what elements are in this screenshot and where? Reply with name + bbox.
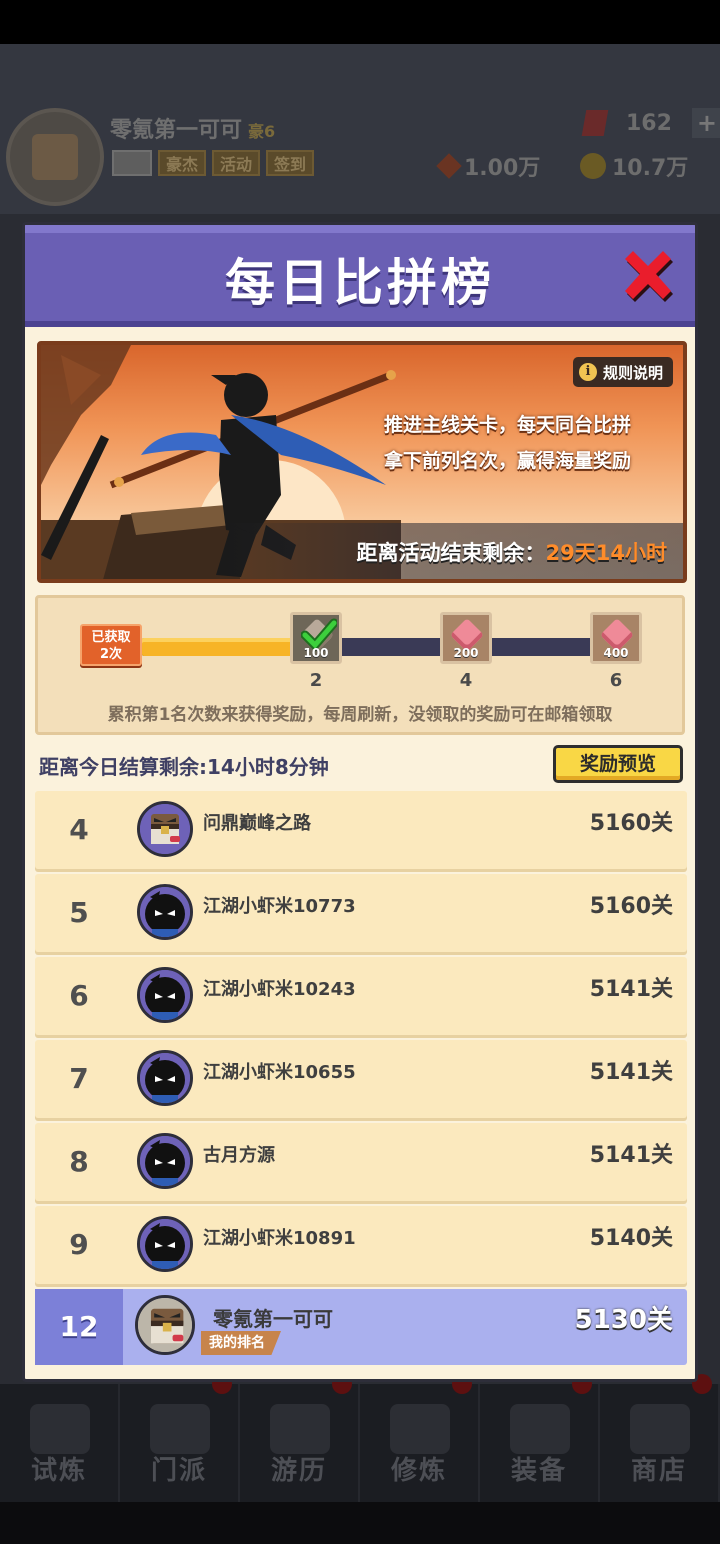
player-score: 5140关 [589,1226,673,1251]
player-score: 5141关 [589,1060,673,1085]
milestone-label: 6 [609,670,623,691]
header-badges: 豪杰 活动 签到 [112,150,315,176]
vip-label: 豪6 [248,122,276,141]
mail-icon [112,150,152,176]
rank-number: 6 [69,979,89,1012]
ninja-avatar-icon [140,970,190,1020]
modal-header: 每日比拼榜 [25,225,695,327]
silver-counter: 1.00万 [436,150,540,182]
rank-number: 5 [69,896,89,929]
player-avatar [137,1050,193,1106]
player-name: 江湖小虾米10655 [203,1062,356,1083]
player-name: 江湖小虾米10891 [203,1228,356,1249]
player-name: 古月方源 [203,1145,275,1166]
close-button[interactable] [619,247,677,305]
tab-cultivate: 修炼 [360,1374,480,1502]
info-icon: i [578,363,597,381]
tab-shop: 商店 [600,1374,720,1502]
my-rank-tag: 我的排名 [201,1331,281,1355]
close-x-icon [625,251,673,302]
tab-sect: 门派 [120,1374,240,1502]
rank-number: 9 [69,1228,89,1261]
treasure-chest-avatar-icon [138,1298,192,1352]
player-avatar [137,1133,193,1189]
my-score: 5130关 [574,1305,673,1335]
temple-icon [150,1404,210,1454]
badge-signin: 签到 [266,150,315,176]
event-countdown-value: 29天14小时 [545,541,667,565]
scroll-book-icon [390,1404,450,1454]
obtained-count-badge: 已获取 2次 [80,624,142,666]
player-score: 5141关 [589,977,673,1002]
ninja-avatar-icon [140,1053,190,1103]
player-avatar [137,967,193,1023]
rules-button[interactable]: i 规则说明 [572,357,673,387]
add-gem-icon: + [691,108,720,138]
tab-travel: 游历 [240,1374,360,1502]
coin-icon [580,153,606,179]
modal-title: 每日比拼榜 [225,254,495,312]
rank-number: 8 [69,1145,89,1178]
status-bar [0,0,720,44]
gold-counter: 10.7万 [580,150,688,182]
player-name: 零氪第一可可 豪6 [110,118,276,143]
bottom-tab-bar: 试炼 门派 游历 修炼 装备 商店 [0,1374,720,1502]
player-avatar [137,801,193,857]
leaderboard-row[interactable]: 7 江湖小虾米10655 5141关 [35,1040,687,1118]
gem-counter: 162 + [581,108,720,138]
reward-box-1[interactable]: 100 [290,612,342,664]
leaderboard-row[interactable]: 5 江湖小虾米10773 5160关 [35,874,687,952]
player-score: 5160关 [589,894,673,919]
ninja-avatar-icon [140,1219,190,1269]
player-score: 5160关 [589,811,673,836]
my-rank-number: 12 [59,1310,99,1343]
badge-haojie: 豪杰 [158,150,207,176]
daily-settlement-countdown: 距离今日结算剩余:14小时8分钟 [39,755,329,779]
reward-box-2[interactable]: 200 [440,612,492,664]
reward-preview-button[interactable]: 奖励预览 [553,745,683,783]
leaderboard-row[interactable]: 8 古月方源 5141关 [35,1123,687,1201]
my-player-name: 零氪第一可可 [213,1307,333,1331]
ninja-icon [30,1404,90,1454]
treasure-chest-avatar-icon [140,804,190,854]
daily-ranking-modal: 每日比拼榜 i 规则说明 推进主线关卡，每天同台比拼 拿下前列名次，赢得海量奖励… [22,222,698,1382]
player-name: 江湖小虾米10243 [203,979,356,1000]
milestone-label: 4 [459,670,473,691]
tab-equipment: 装备 [480,1374,600,1502]
tab-trial: 试炼 [0,1384,120,1502]
reward-progress-panel: 已获取 2次 100 200 400 2 4 6 累积第1名次数来获得奖励，每周刷… [35,595,685,735]
player-score: 5141关 [589,1143,673,1168]
leaderboard-list[interactable]: 4 问鼎巅峰之路 5160关 5 江湖小虾米10773 5160关 6 江湖小虾… [35,791,687,1370]
ninja-avatar-icon [140,887,190,937]
shop-icon [630,1404,690,1454]
rank-number: 4 [69,813,89,846]
progress-note: 累积第1名次数来获得奖励，每周刷新，没领取的奖励可在邮箱领取 [107,705,613,725]
gem-icon [581,110,609,136]
player-avatar [137,884,193,940]
leaderboard-row[interactable]: 9 江湖小虾米10891 5140关 [35,1206,687,1284]
cloud-mountain-icon [270,1404,330,1454]
my-avatar [135,1295,195,1355]
swords-icon [510,1404,570,1454]
player-avatar [137,1216,193,1272]
player-name: 江湖小虾米10773 [203,896,356,917]
reward-box-3[interactable]: 400 [590,612,642,664]
event-banner: i 规则说明 推进主线关卡，每天同台比拼 拿下前列名次，赢得海量奖励 距离活动结束… [37,341,687,583]
badge-activity: 活动 [212,150,261,176]
leaderboard-row[interactable]: 6 江湖小虾米10243 5141关 [35,957,687,1035]
event-description: 推进主线关卡，每天同台比拼 拿下前列名次，赢得海量奖励 [383,414,631,472]
my-rank-row[interactable]: 12 零氪第一可可 我的排名 5130关 [35,1289,687,1365]
leaderboard-row[interactable]: 4 问鼎巅峰之路 5160关 [35,791,687,869]
milestone-label: 2 [309,670,323,691]
player-avatar [6,108,104,206]
event-countdown: 距离活动结束剩余：29天14小时 [356,541,667,565]
progress-track [142,638,622,656]
ninja-avatar-icon [140,1136,190,1186]
system-nav-bar [0,1502,720,1544]
rank-number: 7 [69,1062,89,1095]
player-name: 问鼎巅峰之路 [203,813,311,834]
silver-icon [436,153,462,179]
